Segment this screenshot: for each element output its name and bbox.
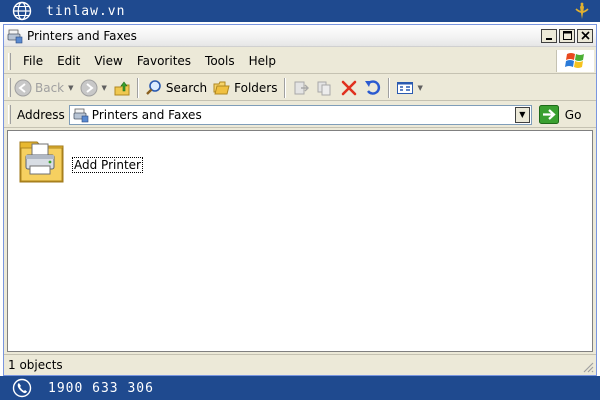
- address-dropdown-button[interactable]: ▼: [514, 106, 530, 123]
- menu-tools[interactable]: Tools: [203, 52, 237, 70]
- phone-icon: [12, 378, 32, 398]
- standard-toolbar: Back ▼ ▼ Search Folders ▼: [4, 75, 596, 101]
- delete-icon: [341, 80, 356, 95]
- delete-button[interactable]: [337, 77, 361, 99]
- chevron-down-icon[interactable]: ▼: [418, 84, 423, 92]
- close-icon: [580, 31, 590, 40]
- copy-to-icon: [317, 81, 330, 95]
- chevron-down-icon[interactable]: ▼: [68, 84, 73, 92]
- address-input[interactable]: Printers and Faxes ▼: [68, 104, 532, 125]
- status-text: 1 objects: [8, 358, 63, 372]
- folders-button[interactable]: Folders: [210, 77, 280, 99]
- views-icon: [396, 81, 413, 94]
- forward-button[interactable]: ▼: [77, 77, 110, 99]
- up-folder-icon: [114, 81, 130, 95]
- back-button[interactable]: Back ▼: [11, 77, 77, 99]
- go-button[interactable]: Go: [538, 105, 582, 124]
- brand-logo-icon: [575, 2, 589, 19]
- windows-flag-icon: [564, 53, 584, 68]
- address-label: Address: [17, 107, 65, 122]
- address-grip[interactable]: [8, 105, 11, 124]
- window-title: Printers and Faxes: [27, 28, 137, 43]
- brand-top-bar: tinlaw.vn: [0, 0, 600, 22]
- explorer-window: Printers and Faxes File Edit View Favori…: [3, 24, 597, 376]
- go-arrow-icon: [538, 105, 559, 124]
- minimize-button[interactable]: [541, 28, 557, 43]
- add-printer-icon[interactable]: [17, 136, 67, 186]
- status-bar: 1 objects: [4, 354, 596, 375]
- printer-folder-icon: [7, 29, 23, 43]
- move-to-button[interactable]: [289, 77, 313, 99]
- site-name[interactable]: tinlaw.vn: [46, 4, 125, 19]
- maximize-button[interactable]: [559, 28, 575, 43]
- up-button[interactable]: [110, 77, 134, 99]
- views-button[interactable]: ▼: [393, 77, 426, 99]
- title-bar[interactable]: Printers and Faxes: [4, 25, 596, 47]
- toolbar-separator: [387, 77, 390, 98]
- minimize-icon: [546, 37, 552, 40]
- back-icon: [14, 79, 32, 96]
- toolbar-separator: [136, 77, 139, 98]
- folders-label: Folders: [234, 80, 278, 95]
- brand-bottom-bar: 1900 633 306: [0, 376, 600, 400]
- menu-view[interactable]: View: [92, 52, 124, 70]
- search-button[interactable]: Search: [142, 77, 210, 99]
- address-bar: Address Printers and Faxes ▼ Go: [4, 102, 596, 128]
- maximize-icon: [562, 31, 572, 40]
- close-button[interactable]: [577, 28, 593, 43]
- menu-favorites[interactable]: Favorites: [135, 52, 193, 70]
- undo-button[interactable]: [361, 77, 385, 99]
- menu-help[interactable]: Help: [247, 52, 278, 70]
- go-label: Go: [564, 107, 582, 122]
- move-to-icon: [294, 81, 309, 94]
- menu-bar: File Edit View Favorites Tools Help: [4, 49, 596, 74]
- add-printer-label[interactable]: Add Printer: [72, 157, 143, 173]
- printer-folder-icon: [73, 108, 89, 122]
- resize-grip-icon[interactable]: [582, 361, 594, 373]
- content-pane[interactable]: Add Printer: [7, 130, 593, 352]
- copy-to-button[interactable]: [313, 77, 337, 99]
- toolbar-separator: [283, 77, 286, 98]
- menu-file[interactable]: File: [21, 52, 45, 70]
- windows-logo: [556, 50, 594, 72]
- search-icon: [146, 79, 161, 95]
- menu-edit[interactable]: Edit: [55, 52, 82, 70]
- back-label: Back: [35, 80, 65, 95]
- folders-icon: [213, 81, 230, 94]
- chevron-down-icon[interactable]: ▼: [102, 84, 107, 92]
- address-value: Printers and Faxes: [91, 107, 202, 122]
- chevron-down-icon: ▼: [519, 110, 526, 119]
- forward-icon: [80, 79, 98, 96]
- undo-icon: [364, 79, 380, 95]
- hotline-number[interactable]: 1900 633 306: [48, 381, 154, 396]
- globe-icon: [12, 1, 32, 21]
- window-controls: [541, 28, 593, 43]
- search-label: Search: [165, 80, 208, 95]
- menu-grip[interactable]: [8, 52, 11, 70]
